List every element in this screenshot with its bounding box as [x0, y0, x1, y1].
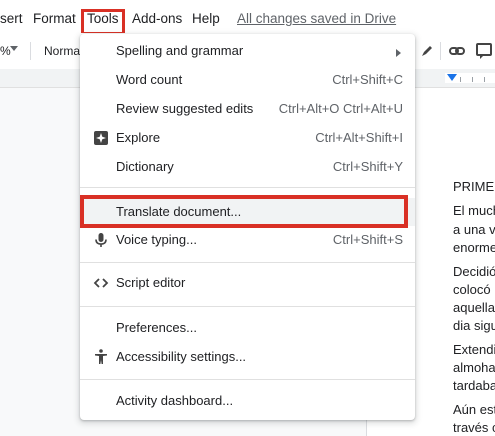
menu-item-dictionary[interactable]: Dictionary Ctrl+Shift+Y [80, 153, 415, 181]
doc-text-line: Decidió [453, 264, 495, 279]
menu-divider [80, 262, 415, 263]
doc-text-line: través c [453, 420, 495, 435]
toolbar-divider [440, 42, 441, 60]
menu-item-review-suggested-edits[interactable]: Review suggested edits Ctrl+Alt+O Ctrl+A… [80, 95, 415, 123]
menu-item-spelling-grammar[interactable]: Spelling and grammar [80, 37, 415, 65]
doc-text-line: Aún est [453, 402, 495, 417]
chevron-down-icon [10, 46, 18, 51]
doc-text-line: colocó [453, 282, 491, 297]
submenu-arrow-icon [396, 49, 401, 57]
menu-addons[interactable]: Add-ons [132, 11, 182, 26]
doc-text-line: Extendi [453, 342, 495, 357]
menu-item-shortcut: Ctrl+Shift+S [332, 232, 403, 247]
menu-item-label: Review suggested edits [116, 101, 254, 116]
menu-item-shortcut: Ctrl+Alt+O Ctrl+Alt+U [278, 101, 403, 116]
ruler-tick [484, 77, 485, 82]
add-comment-icon[interactable] [474, 41, 494, 61]
menu-divider [80, 379, 415, 380]
microphone-icon [92, 231, 110, 249]
menu-item-label: Word count [116, 72, 183, 87]
menu-item-label: Explore [116, 130, 161, 145]
menu-item-shortcut: Ctrl+Shift+C [332, 72, 403, 87]
doc-text-line: a una v [453, 222, 495, 237]
menu-item-script-editor[interactable]: Script editor [80, 269, 415, 297]
menu-item-accessibility-settings[interactable]: Accessibility settings... [80, 343, 415, 371]
doc-text-line: almoha [453, 360, 495, 375]
toolbar-divider [30, 42, 31, 60]
ruler-tick [472, 77, 473, 82]
accessibility-icon [92, 348, 110, 366]
menu-item-voice-typing[interactable]: Voice typing... Ctrl+Shift+S [80, 226, 415, 254]
menu-item-label: Preferences... [116, 320, 197, 335]
highlight-pen-icon[interactable] [417, 41, 437, 61]
code-icon [92, 274, 110, 292]
menu-item-label: Dictionary [116, 159, 174, 174]
menu-bar: sert Format Tools Add-ons Help All chang… [0, 5, 495, 35]
menu-item-label: Script editor [116, 275, 186, 290]
menu-item-shortcut: Ctrl+Shift+Y [332, 159, 403, 174]
translate-highlight-box [80, 195, 408, 228]
menu-item-preferences[interactable]: Preferences... [80, 314, 415, 342]
menu-help[interactable]: Help [192, 11, 220, 26]
save-status-link[interactable]: All changes saved in Drive [237, 11, 396, 26]
doc-text-line: aquella [453, 300, 495, 315]
menu-item-label: Accessibility settings... [116, 349, 247, 364]
menu-divider [80, 187, 415, 188]
menu-item-shortcut: Ctrl+Alt+Shift+I [315, 130, 403, 145]
doc-text-line: dia sigu [453, 318, 495, 333]
menu-insert[interactable]: sert [0, 11, 23, 26]
doc-text-line: El much [453, 203, 495, 218]
doc-text-line: tardaba [453, 378, 495, 393]
menu-format[interactable]: Format [33, 11, 76, 26]
menu-item-label: Voice typing... [116, 232, 197, 247]
menu-item-word-count[interactable]: Word count Ctrl+Shift+C [80, 66, 415, 94]
menu-item-label: Activity dashboard... [116, 393, 234, 408]
paragraph-style-select[interactable]: Normal [44, 44, 83, 58]
indent-marker-icon[interactable] [447, 74, 457, 81]
menu-item-explore[interactable]: Explore Ctrl+Alt+Shift+I [80, 124, 415, 152]
ruler-tick [460, 77, 461, 82]
doc-heading: PRIME [453, 179, 495, 194]
menu-divider [80, 306, 415, 307]
link-icon[interactable] [447, 41, 467, 61]
doc-text-line: enormem [453, 240, 495, 255]
tools-highlight-box [81, 9, 125, 35]
menu-item-label: Spelling and grammar [116, 43, 244, 58]
explore-icon [92, 129, 110, 147]
menu-item-activity-dashboard[interactable]: Activity dashboard... [80, 387, 415, 415]
